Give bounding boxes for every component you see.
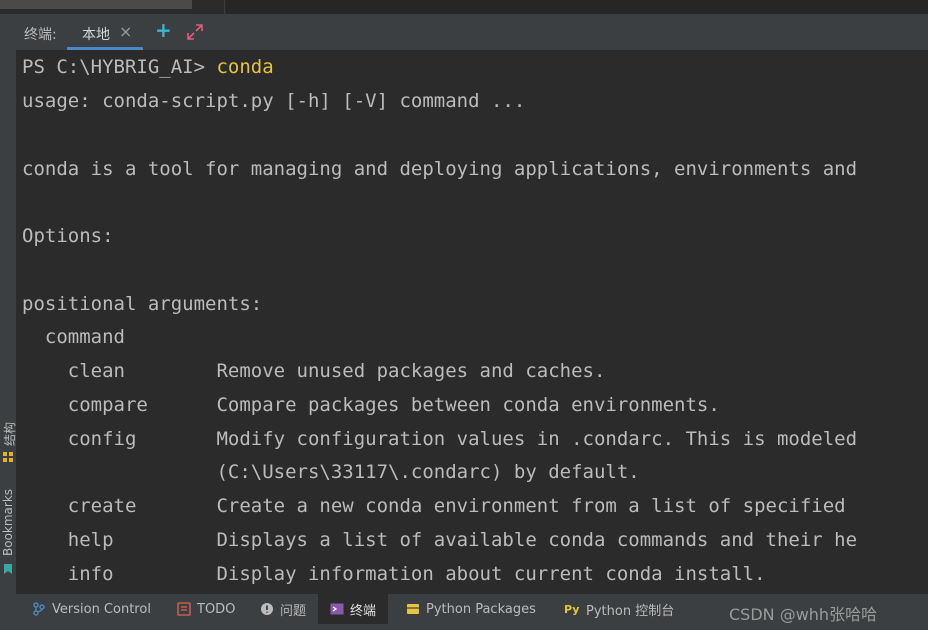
output-line: (C:\Users\33117\.condarc) by default.: [22, 461, 640, 483]
problems-label: 问题: [280, 603, 307, 619]
prompt-line: PS C:\HYBRIG_AI> conda: [22, 54, 274, 80]
terminal-title: 终端:: [24, 27, 57, 43]
entered-command: conda: [216, 56, 274, 78]
bookmarks-icon[interactable]: [3, 564, 13, 574]
top-divider: [224, 0, 225, 14]
tab-local[interactable]: 本地 ×: [67, 14, 143, 50]
prompt-text: PS C:\HYBRIG_AI>: [22, 56, 217, 78]
output-line: config Modify configuration values in .c…: [22, 428, 858, 450]
output-line: create Create a new conda environment fr…: [22, 495, 846, 517]
terminal-button[interactable]: 终端: [318, 594, 389, 624]
python-packages-button[interactable]: Python Packages: [406, 594, 536, 624]
output-line: command: [22, 326, 125, 348]
terminal-output[interactable]: PS C:\HYBRIG_AI> conda usage: conda-scri…: [16, 50, 928, 594]
todo-label: TODO: [197, 601, 236, 617]
python-packages-label: Python Packages: [426, 601, 536, 617]
problems-button[interactable]: 问题: [260, 594, 306, 624]
output-line: Options:: [22, 225, 114, 247]
output-line: clean Remove unused packages and caches.: [22, 360, 606, 382]
svg-text:Py: Py: [564, 603, 579, 616]
version-control-label: Version Control: [52, 601, 151, 617]
todo-icon: [177, 602, 191, 616]
output-line: positional arguments:: [22, 293, 263, 315]
output-line: usage: conda-script.py [-h] [-V] command…: [22, 90, 526, 112]
info-icon: [261, 603, 273, 615]
package-icon: [407, 604, 419, 614]
close-icon[interactable]: ×: [119, 22, 132, 41]
branch-icon: [33, 602, 45, 616]
top-scrollbar[interactable]: [0, 0, 192, 9]
tool-window-bar: Version Control TODO 问题 终端 Python Packag…: [0, 594, 928, 630]
output-line: conda is a tool for managing and deployi…: [22, 158, 858, 180]
output-line: info Display information about current c…: [22, 563, 766, 585]
left-tool-strip: 结构 Bookmarks: [0, 50, 17, 594]
terminal-tab-bar: 终端: 本地 × +: [0, 14, 928, 50]
todo-button[interactable]: TODO: [177, 594, 235, 624]
output-line: help Displays a list of available conda …: [22, 529, 858, 551]
terminal-label: 终端: [350, 603, 377, 619]
structure-icon[interactable]: [3, 452, 13, 462]
top-bar: [0, 0, 928, 14]
terminal-icon: [330, 603, 344, 615]
expand-icon[interactable]: [186, 23, 204, 41]
sidebar-bookmarks-label[interactable]: Bookmarks: [1, 489, 15, 556]
output-line: compare Compare packages between conda e…: [22, 394, 720, 416]
python-console-button[interactable]: Py Python 控制台: [564, 594, 674, 624]
watermark: CSDN @whh张哈哈: [729, 605, 878, 624]
tab-local-label: 本地: [82, 27, 110, 43]
version-control-button[interactable]: Version Control: [32, 594, 151, 624]
python-console-label: Python 控制台: [586, 603, 675, 619]
python-console-icon: Py: [564, 603, 579, 616]
top-editor-strip: [226, 0, 928, 14]
new-tab-icon[interactable]: +: [155, 18, 172, 42]
